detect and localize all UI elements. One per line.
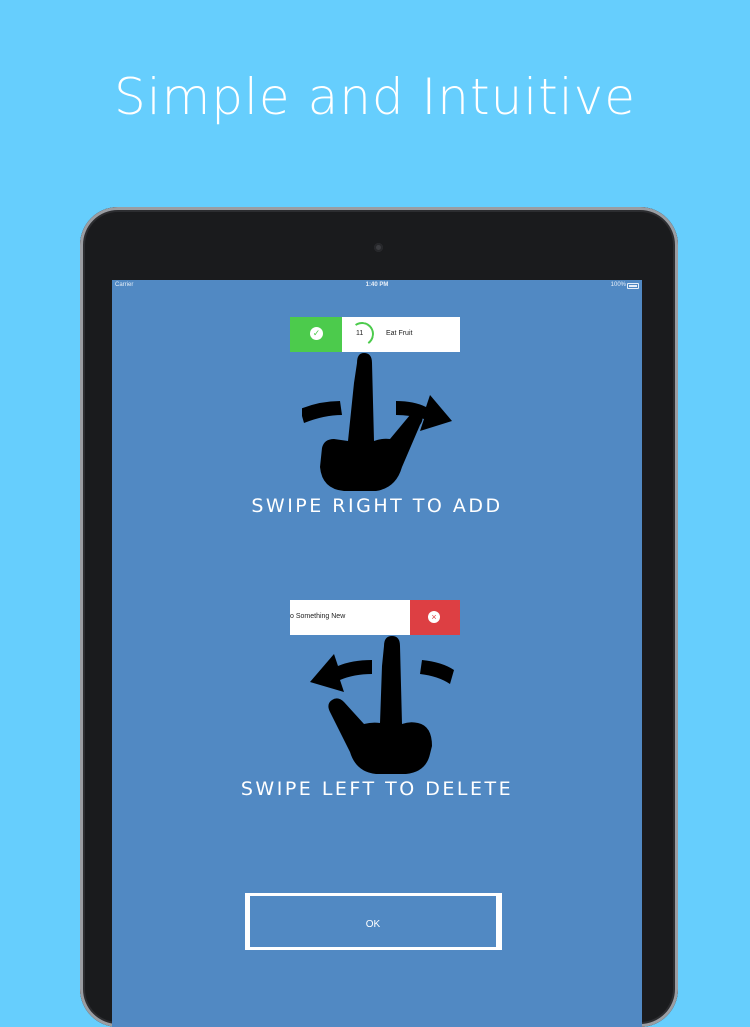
battery-icon (627, 283, 639, 289)
app-screen: Carrier 1:40 PM 100% ✓ 11 Eat Fruit SWIP… (112, 280, 642, 1027)
hand-icon (328, 636, 432, 774)
hand-icon (320, 353, 423, 491)
swipe-right-gesture-icon (302, 353, 452, 491)
swipe-right-demo: ✓ 11 Eat Fruit SWIPE RIGHT TO ADD (112, 313, 642, 573)
swipe-left-demo: o Something New × SWIPE LEFT TO DELETE (112, 596, 642, 856)
swipe-right-caption: SWIPE RIGHT TO ADD (251, 495, 503, 517)
ok-button[interactable]: OK (245, 893, 502, 950)
arrow-left-icon (310, 654, 372, 692)
checkmark-icon: ✓ (310, 327, 323, 340)
task-label: Eat Fruit (386, 330, 413, 337)
task-label: o Something New (290, 613, 346, 620)
swipe-left-caption: SWIPE LEFT TO DELETE (240, 778, 514, 800)
x-icon: × (428, 611, 440, 623)
swipe-left-gesture-icon (310, 636, 454, 774)
motion-arc-left-icon (302, 401, 342, 423)
status-time: 1:40 PM (365, 282, 389, 288)
task-count: 11 (356, 330, 364, 337)
headline: Simple and Intuitive (113, 68, 637, 126)
motion-arc-right-icon (420, 660, 454, 684)
front-camera (374, 243, 383, 252)
status-bar: Carrier 1:40 PM 100% (112, 280, 642, 292)
ipad-device-frame: Carrier 1:40 PM 100% ✓ 11 Eat Fruit SWIP… (80, 207, 678, 1027)
battery-percentage: 100% (610, 282, 626, 288)
